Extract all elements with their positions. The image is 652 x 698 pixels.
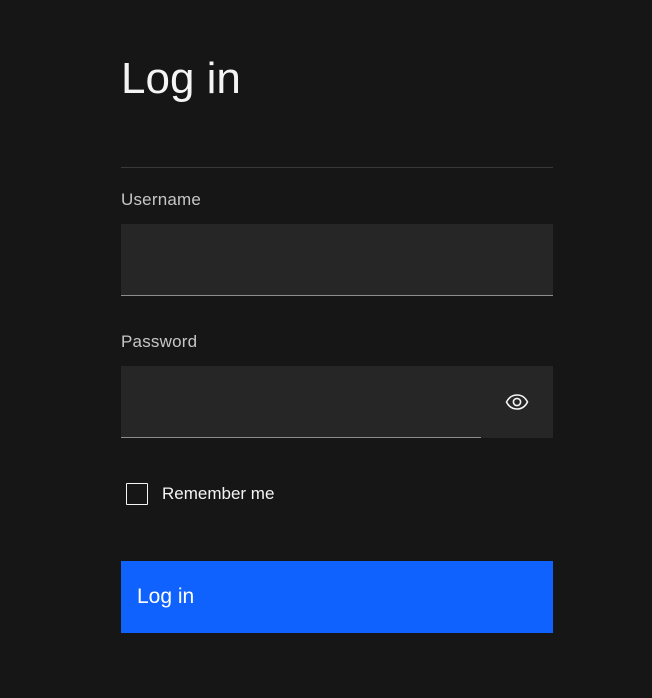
password-input[interactable] xyxy=(121,366,481,438)
remember-me-label[interactable]: Remember me xyxy=(162,483,274,505)
divider xyxy=(121,167,553,168)
username-label: Username xyxy=(121,190,202,209)
show-password-button[interactable] xyxy=(481,366,553,438)
username-input[interactable] xyxy=(121,224,553,295)
password-label: Password xyxy=(121,332,198,351)
remember-me-row: Remember me xyxy=(126,482,274,506)
login-button[interactable]: Log in xyxy=(121,561,553,633)
password-underline xyxy=(121,437,481,438)
page-title: Log in xyxy=(121,54,241,103)
remember-me-checkbox[interactable] xyxy=(126,483,148,505)
login-page: Log in Username Password Remember me Log… xyxy=(0,0,652,698)
username-field-container xyxy=(121,224,553,296)
eye-icon xyxy=(505,394,529,410)
password-field-container xyxy=(121,366,553,438)
